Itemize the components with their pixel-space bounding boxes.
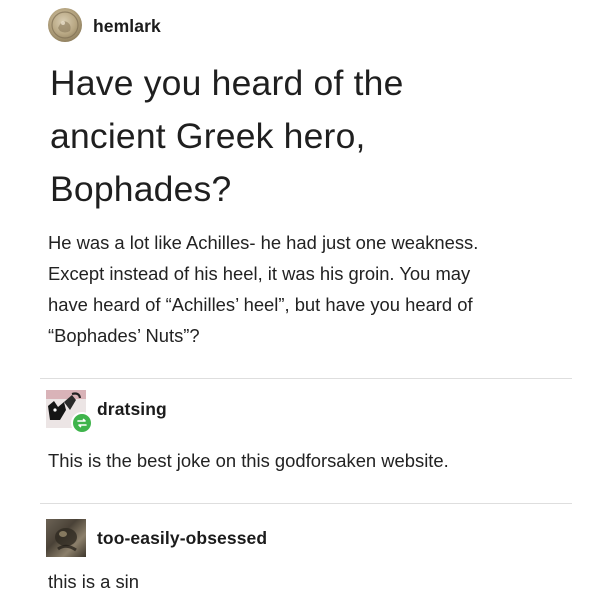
reblog-badge — [71, 412, 93, 434]
post-title-line: Bophades? — [50, 169, 232, 209]
tumblr-post: hemlark Have you heard of the ancient Gr… — [0, 0, 600, 600]
too-easily-obsessed-avatar[interactable] — [46, 519, 86, 557]
post-body: He was a lot like Achilles- he had just … — [48, 227, 578, 351]
post-body-line: He was a lot like Achilles- he had just … — [48, 232, 479, 253]
divider — [40, 378, 572, 379]
reblog-icon — [77, 418, 87, 428]
hemlark-avatar[interactable] — [48, 8, 82, 42]
reply-text: This is the best joke on this godforsake… — [48, 450, 449, 471]
post-title: Have you heard of the ancient Greek hero… — [50, 57, 570, 216]
reply-text: this is a sin — [48, 571, 139, 592]
post-body-line: “Bophades’ Nuts”? — [48, 325, 200, 346]
coin-emblem-icon — [51, 11, 79, 39]
post-body-line: Except instead of his heel, it was his g… — [48, 263, 471, 284]
op-username[interactable]: hemlark — [93, 16, 161, 37]
post-title-line: ancient Greek hero, — [50, 116, 366, 156]
reply-username[interactable]: too-easily-obsessed — [97, 528, 267, 549]
post-body-line: have heard of “Achilles’ heel”, but have… — [48, 294, 473, 315]
divider — [40, 503, 572, 504]
photo-avatar-icon — [55, 528, 77, 552]
post-title-line: Have you heard of the — [50, 63, 404, 103]
reply-username[interactable]: dratsing — [97, 399, 167, 420]
